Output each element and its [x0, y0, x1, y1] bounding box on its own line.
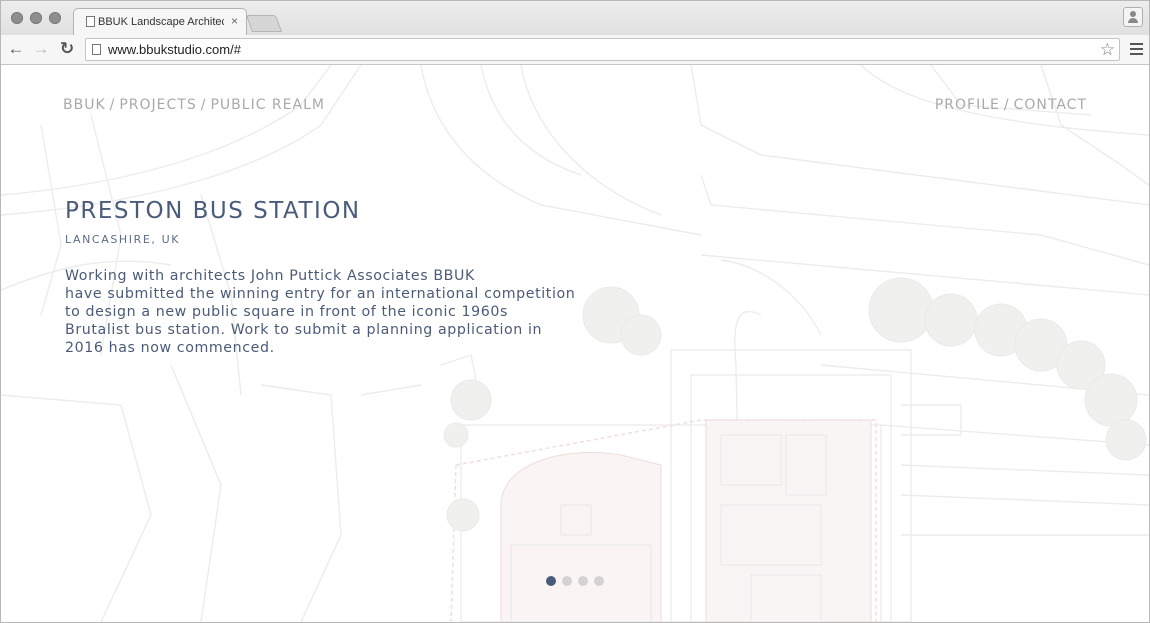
- description-line: have submitted the winning entry for an …: [65, 286, 576, 302]
- page-icon: [92, 44, 101, 55]
- slider-dot-4[interactable]: [594, 576, 604, 586]
- slider-dot-1[interactable]: [546, 576, 556, 586]
- browser-toolbar: ← → ↻ www.bbukstudio.com/# ☆: [1, 35, 1149, 65]
- new-tab-button[interactable]: [245, 15, 283, 32]
- address-bar[interactable]: www.bbukstudio.com/# ☆: [85, 38, 1120, 61]
- reload-icon[interactable]: ↻: [57, 38, 77, 60]
- browser-window: BBUK Landscape Architects × ← → ↻ www.bb…: [0, 0, 1150, 623]
- breadcrumb-public-realm-link[interactable]: PUBLIC REALM: [210, 97, 324, 113]
- back-icon[interactable]: ←: [6, 38, 26, 60]
- url-text[interactable]: www.bbukstudio.com/#: [108, 42, 241, 58]
- slider-dot-3[interactable]: [578, 576, 588, 586]
- breadcrumb-home-link[interactable]: BBUK: [63, 97, 106, 113]
- project-description: Working with architects John Puttick Ass…: [65, 267, 576, 357]
- project-title: PRESTON BUS STATION: [65, 198, 361, 224]
- description-line: Brutalist bus station. Work to submit a …: [65, 322, 543, 338]
- page-viewport: BBUK / PROJECTS / PUBLIC REALM PROFILE / CONTA…: [1, 65, 1149, 622]
- description-line: Working with architects John Puttick Ass…: [65, 268, 475, 284]
- page-icon: [86, 16, 95, 27]
- breadcrumb-projects-link[interactable]: PROJECTS: [119, 97, 196, 113]
- breadcrumb: BBUK / PROJECTS / PUBLIC REALM: [63, 97, 325, 113]
- slider-dot-2[interactable]: [562, 576, 572, 586]
- profile-button[interactable]: [1123, 7, 1143, 27]
- close-window-button[interactable]: [11, 12, 23, 24]
- contact-link[interactable]: CONTACT: [1014, 97, 1087, 113]
- profile-link[interactable]: PROFILE: [935, 97, 1000, 113]
- title-bar: BBUK Landscape Architects ×: [1, 1, 1149, 35]
- description-line: to design a new public square in front o…: [65, 304, 509, 320]
- forward-icon[interactable]: →: [31, 38, 51, 60]
- zoom-window-button[interactable]: [49, 12, 61, 24]
- project-location: LANCASHIRE, UK: [65, 233, 181, 246]
- site-nav: PROFILE / CONTACT: [934, 97, 1087, 113]
- tab-title: BBUK Landscape Architects: [98, 16, 224, 28]
- bookmark-star-icon[interactable]: ☆: [1100, 39, 1115, 60]
- tab-close-icon[interactable]: ×: [231, 14, 238, 28]
- browser-tab[interactable]: BBUK Landscape Architects ×: [73, 8, 247, 35]
- user-icon: [1130, 11, 1136, 17]
- menu-icon[interactable]: [1130, 40, 1143, 60]
- description-line: 2016 has now commenced.: [65, 340, 275, 356]
- minimize-window-button[interactable]: [30, 12, 42, 24]
